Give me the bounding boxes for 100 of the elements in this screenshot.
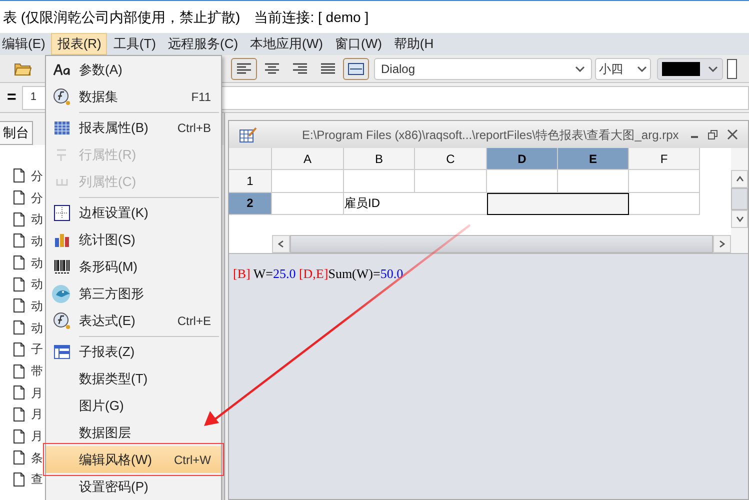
horizontal-scrollbar[interactable] bbox=[290, 235, 713, 253]
grid-cell[interactable] bbox=[344, 170, 415, 192]
edit-table-icon bbox=[239, 126, 257, 142]
scroll-up-button[interactable] bbox=[731, 170, 748, 188]
selected-cell[interactable] bbox=[487, 192, 629, 215]
tree-item[interactable]: 月 bbox=[31, 384, 43, 402]
column-header[interactable]: C bbox=[415, 148, 487, 170]
window-title: 表 (仅限润乾公司内部使用，禁止扩散) bbox=[3, 8, 240, 27]
chevron-down-icon bbox=[708, 66, 718, 72]
equals-sign: = bbox=[7, 88, 16, 108]
menu-option[interactable]: 子报表(Z) bbox=[46, 338, 221, 365]
tree-item[interactable]: 动 bbox=[31, 275, 43, 294]
document-icon bbox=[13, 298, 25, 314]
grid-cell[interactable] bbox=[415, 170, 487, 192]
row-icon bbox=[55, 148, 69, 162]
grid-cell[interactable] bbox=[272, 192, 344, 215]
folder-icon[interactable] bbox=[14, 61, 32, 76]
align-button[interactable] bbox=[231, 58, 257, 80]
row-header[interactable]: 2 bbox=[229, 192, 272, 215]
tree-item[interactable]: 月 bbox=[31, 427, 43, 446]
menu-option[interactable]: 数据集 F11 bbox=[46, 83, 221, 110]
subtable-icon bbox=[54, 344, 70, 358]
menu-item[interactable]: 帮助(H bbox=[388, 33, 440, 55]
tree-item[interactable]: 月 bbox=[31, 405, 43, 424]
tree-item[interactable]: 条 bbox=[31, 448, 43, 467]
connection-label: 当前连接: [ demo ] bbox=[254, 8, 369, 27]
bird-icon bbox=[51, 282, 73, 304]
menu-option[interactable]: 数据图层 bbox=[46, 419, 221, 446]
menu-item[interactable]: 本地应用(W) bbox=[244, 33, 329, 55]
document-icon bbox=[13, 233, 25, 248]
tree-item[interactable]: 查 bbox=[31, 470, 43, 488]
menu-item[interactable]: 窗口(W) bbox=[328, 33, 388, 55]
panel-tab[interactable]: 制台 bbox=[0, 121, 33, 145]
row-header[interactable]: 1 bbox=[229, 170, 272, 192]
chevron-left-icon bbox=[278, 240, 284, 248]
font-select[interactable]: Dialog bbox=[374, 58, 592, 80]
menu-option[interactable]: 报表属性(B) Ctrl+B bbox=[46, 114, 221, 141]
restore-icon[interactable] bbox=[708, 130, 718, 140]
column-header[interactable]: F bbox=[629, 148, 700, 170]
document-icon bbox=[13, 472, 25, 487]
close-icon[interactable] bbox=[727, 129, 738, 140]
color-picker[interactable] bbox=[657, 58, 723, 80]
scroll-right-button[interactable] bbox=[713, 235, 731, 253]
size-select[interactable]: 小四 bbox=[595, 58, 651, 80]
grid-cell[interactable] bbox=[629, 192, 700, 215]
column-header[interactable]: E bbox=[558, 148, 629, 170]
document-icon bbox=[13, 212, 25, 227]
grid-cell[interactable] bbox=[272, 170, 344, 192]
menu-option[interactable]: 设置密码(P) bbox=[46, 473, 221, 500]
menu-option[interactable]: 表达式(E) Ctrl+E bbox=[46, 307, 221, 334]
menu-option[interactable]: 条形码(M) bbox=[46, 253, 221, 280]
scroll-down-button[interactable] bbox=[731, 210, 748, 228]
tree-item[interactable]: 动 bbox=[31, 296, 43, 315]
menu-option[interactable]: 数据类型(T) bbox=[46, 365, 221, 392]
tree-item[interactable]: 动 bbox=[31, 232, 43, 250]
column-header[interactable]: A bbox=[272, 148, 344, 170]
tree-item[interactable]: 动 bbox=[31, 210, 43, 228]
menu-option[interactable]: 编辑风格(W) Ctrl+W bbox=[46, 446, 221, 473]
document-icon bbox=[13, 406, 25, 422]
document-icon bbox=[13, 255, 25, 270]
wrap-text-icon bbox=[348, 62, 364, 74]
menu-item[interactable]: 远程服务(C) bbox=[162, 33, 244, 55]
barcode-icon bbox=[54, 258, 70, 274]
tree-item[interactable]: 动 bbox=[31, 318, 43, 337]
column-header[interactable]: B bbox=[344, 148, 415, 170]
document-title: E:\Program Files (x86)\raqsoft...\reportFiles\特色报表\查看大图_arg.rpx bbox=[302, 126, 679, 144]
status-text: [B] W=25.0 [D,E]Sum(W)=50.0 bbox=[233, 265, 404, 283]
align-icon bbox=[236, 62, 252, 74]
tree-item[interactable]: 子 bbox=[31, 340, 43, 358]
menu-option[interactable]: 第三方图形 bbox=[46, 280, 221, 307]
menu-option[interactable]: 参数(A) bbox=[46, 56, 221, 83]
chevron-right-icon bbox=[719, 240, 725, 248]
font-icon bbox=[53, 64, 71, 76]
chevron-down-icon bbox=[575, 66, 585, 72]
column-header[interactable]: D bbox=[487, 148, 558, 170]
function-icon bbox=[53, 88, 71, 106]
toolbar-button[interactable] bbox=[727, 58, 737, 78]
align-icon bbox=[320, 62, 336, 74]
document-icon bbox=[13, 320, 25, 336]
tree-item[interactable]: 分 bbox=[31, 188, 43, 207]
menu-option[interactable]: 图片(G) bbox=[46, 392, 221, 419]
document-icon bbox=[13, 168, 25, 184]
menu-option[interactable]: 边框设置(K) bbox=[46, 199, 221, 226]
tree-item[interactable]: 分 bbox=[31, 166, 43, 185]
tree-item[interactable]: 带 bbox=[31, 362, 43, 380]
align-icon bbox=[292, 62, 308, 74]
menu-item[interactable]: 报表(R) bbox=[51, 33, 108, 55]
vertical-scrollbar[interactable] bbox=[731, 188, 748, 210]
table-icon bbox=[54, 120, 70, 134]
tree-item[interactable]: 动 bbox=[31, 254, 43, 272]
document-icon bbox=[13, 276, 25, 292]
menu-item[interactable]: 工具(T) bbox=[107, 33, 162, 55]
grid-cell[interactable] bbox=[629, 170, 700, 192]
document-icon bbox=[13, 385, 25, 400]
menu-item[interactable]: 编辑(E) bbox=[0, 33, 52, 55]
scroll-left-button[interactable] bbox=[272, 235, 290, 253]
corner-cell[interactable] bbox=[229, 148, 272, 170]
menu-option[interactable]: 统计图(S) bbox=[46, 226, 221, 253]
wrap-button[interactable] bbox=[343, 58, 369, 80]
document-icon bbox=[13, 190, 25, 206]
